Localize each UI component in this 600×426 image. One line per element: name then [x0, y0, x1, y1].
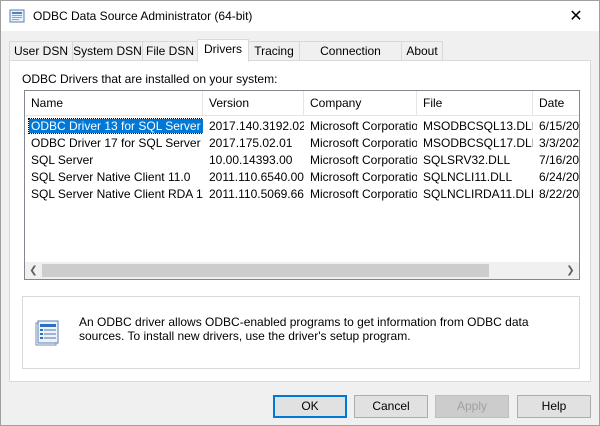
driver-name: SQL Server Native Client RDA 11.0 — [31, 187, 203, 201]
drivers-caption: ODBC Drivers that are installed on your … — [22, 72, 278, 86]
table-row[interactable]: SQL Server 10.00.14393.00 Microsoft Corp… — [25, 152, 580, 169]
driver-info-icon — [35, 320, 59, 346]
column-header-date[interactable]: Date — [533, 91, 579, 115]
ok-button[interactable]: OK — [273, 395, 347, 418]
driver-company: Microsoft Corporation — [310, 170, 417, 184]
driver-name: SQL Server — [31, 153, 94, 167]
tab-system-dsn[interactable]: System DSN — [72, 41, 143, 61]
driver-company: Microsoft Corporation — [310, 136, 417, 150]
driver-date: 6/24/20 — [539, 170, 580, 184]
driver-date: 7/16/20 — [539, 153, 580, 167]
tab-tracing[interactable]: Tracing — [248, 41, 300, 61]
help-button[interactable]: Help — [517, 395, 591, 418]
column-header-file[interactable]: File — [417, 91, 533, 115]
apply-button[interactable]: Apply — [435, 395, 509, 418]
table-row[interactable]: SQL Server Native Client RDA 11.0 2011.1… — [25, 186, 580, 203]
driver-company: Microsoft Corporation — [310, 187, 417, 201]
driver-version: 2011.110.6540.00 — [209, 170, 304, 184]
odbc-app-icon — [9, 9, 25, 23]
window-title: ODBC Data Source Administrator (64-bit) — [33, 9, 253, 23]
driver-version: 10.00.14393.00 — [209, 153, 293, 167]
cancel-button[interactable]: Cancel — [354, 395, 428, 418]
driver-file: SQLNCLIRDA11.DLL — [423, 187, 533, 201]
description-text: An ODBC driver allows ODBC-enabled progr… — [79, 315, 529, 343]
driver-version: 2011.110.5069.66 — [209, 187, 304, 201]
scroll-thumb[interactable] — [42, 264, 489, 277]
column-header-version[interactable]: Version — [203, 91, 304, 115]
table-row[interactable]: ODBC Driver 13 for SQL Server 2017.140.3… — [25, 118, 580, 135]
driver-version: 2017.140.3192.02 — [209, 119, 304, 133]
tab-file-dsn[interactable]: File DSN — [142, 41, 198, 61]
drivers-list[interactable]: Name Version Company File Date ODBC Driv… — [24, 90, 580, 280]
driver-date: 3/3/202 — [539, 136, 580, 150]
horizontal-scrollbar[interactable]: ❮ ❯ — [25, 262, 579, 279]
table-row[interactable]: ODBC Driver 17 for SQL Server 2017.175.0… — [25, 135, 580, 152]
driver-company: Microsoft Corporation — [310, 119, 417, 133]
driver-date: 8/22/20 — [539, 187, 580, 201]
driver-file: SQLSRV32.DLL — [423, 153, 511, 167]
driver-name: ODBC Driver 13 for SQL Server — [28, 118, 203, 134]
drivers-panel: ODBC Drivers that are installed on your … — [9, 60, 591, 382]
column-header-name[interactable]: Name — [25, 91, 203, 115]
driver-file: SQLNCLI11.DLL — [423, 170, 513, 184]
driver-date: 6/15/20 — [539, 119, 580, 133]
column-header-company[interactable]: Company — [304, 91, 417, 115]
scroll-right-icon[interactable]: ❯ — [562, 262, 579, 279]
close-button[interactable]: ✕ — [553, 1, 599, 31]
driver-file: MSODBCSQL17.DLL — [423, 136, 533, 150]
odbc-admin-window: ODBC Data Source Administrator (64-bit) … — [0, 0, 600, 426]
driver-name: SQL Server Native Client 11.0 — [31, 170, 191, 184]
driver-version: 2017.175.02.01 — [209, 136, 293, 150]
driver-file: MSODBCSQL13.DLL — [423, 119, 533, 133]
driver-company: Microsoft Corporation — [310, 153, 417, 167]
driver-name: ODBC Driver 17 for SQL Server — [31, 136, 201, 150]
scroll-left-icon[interactable]: ❮ — [25, 262, 42, 279]
table-row[interactable]: SQL Server Native Client 11.0 2011.110.6… — [25, 169, 580, 186]
list-header: Name Version Company File Date — [25, 91, 579, 116]
tab-strip: User DSN System DSN File DSN Drivers Tra… — [9, 39, 591, 76]
tab-about[interactable]: About — [401, 41, 443, 61]
tab-user-dsn[interactable]: User DSN — [9, 41, 73, 61]
close-icon: ✕ — [569, 8, 583, 25]
tab-drivers[interactable]: Drivers — [197, 39, 249, 62]
tab-connection-pooling[interactable]: Connection Pooling — [299, 41, 402, 76]
title-bar[interactable]: ODBC Data Source Administrator (64-bit) … — [1, 1, 599, 31]
description-box: An ODBC driver allows ODBC-enabled progr… — [22, 296, 580, 369]
